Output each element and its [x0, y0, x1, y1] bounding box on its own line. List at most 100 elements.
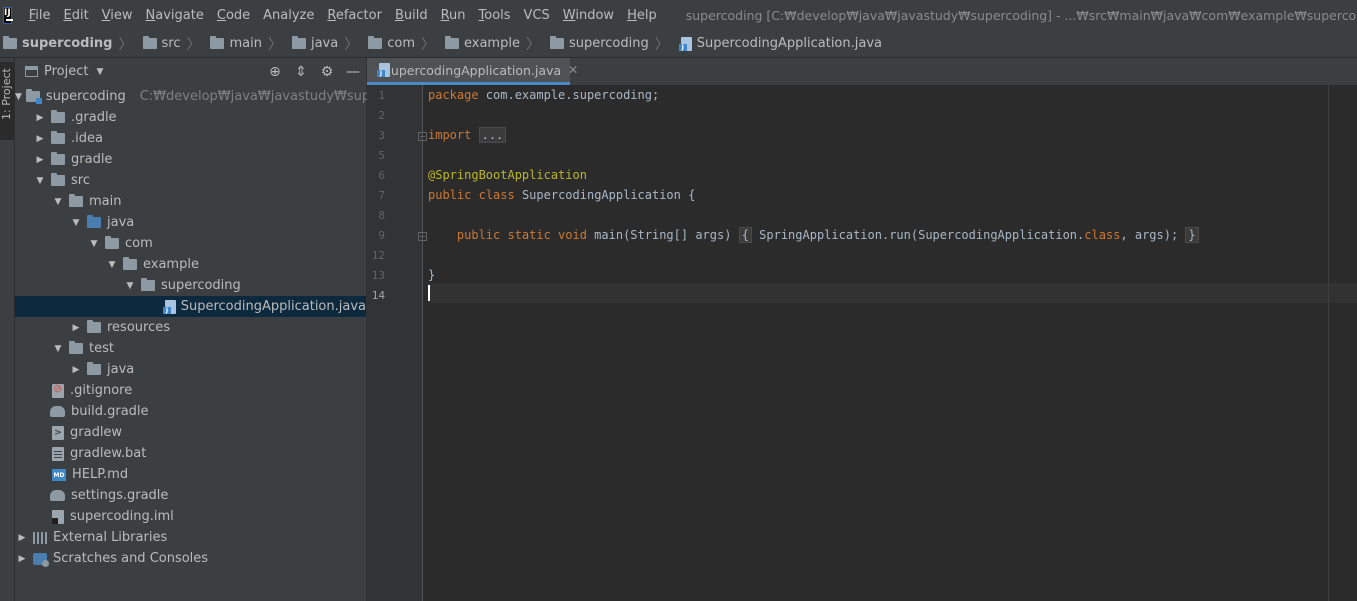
collapse-all-icon[interactable]: ⇕ — [288, 64, 314, 80]
tree-node-gradle-hidden[interactable]: ▶ .gradle — [15, 107, 366, 128]
breadcrumb-example[interactable]: example — [441, 36, 520, 51]
code-editor: J SupercodingApplication.java ✕ 1 2 3 5 … — [367, 58, 1357, 601]
tree-node-supercoding[interactable]: ▼ supercoding — [15, 275, 366, 296]
expanded-arrow-icon[interactable]: ▼ — [69, 218, 83, 228]
tree-node-app-file[interactable]: J SupercodingApplication.java — [15, 296, 366, 317]
tree-node-src[interactable]: ▼ src — [15, 170, 366, 191]
line-number: 6 — [378, 169, 385, 182]
breadcrumb-main[interactable]: main — [206, 36, 262, 51]
editor-tab-active[interactable]: J SupercodingApplication.java ✕ — [367, 58, 578, 85]
menu-analyze[interactable]: Analyze — [257, 8, 321, 23]
tree-node-java[interactable]: ▼ java — [15, 212, 366, 233]
menu-navigate[interactable]: Navigate — [140, 8, 211, 23]
folder-icon — [549, 36, 564, 49]
collapsed-arrow-icon[interactable]: ▶ — [33, 155, 47, 165]
tree-node-iml[interactable]: supercoding.iml — [15, 506, 366, 527]
editor-tab-bar: J SupercodingApplication.java ✕ — [367, 58, 1357, 85]
collapsed-arrow-icon[interactable]: ▶ — [33, 134, 47, 144]
tree-node-example[interactable]: ▼ example — [15, 254, 366, 275]
intellij-logo-icon: IJ — [3, 6, 13, 24]
collapsed-arrow-icon[interactable]: ▶ — [69, 365, 83, 375]
tree-node-root[interactable]: ▼ supercoding C:₩develop₩java₩javastudy₩… — [15, 86, 427, 107]
scratches-icon — [33, 552, 49, 567]
folded-import-placeholder[interactable]: ... — [478, 127, 507, 143]
expanded-arrow-icon[interactable]: ▼ — [105, 260, 119, 270]
tree-node-help-md[interactable]: MD HELP.md — [15, 464, 366, 485]
project-panel-title[interactable]: Project — [44, 64, 88, 79]
collapsed-arrow-icon[interactable]: ▶ — [15, 554, 29, 564]
code-line-13: } — [428, 268, 436, 282]
code-line-7: public class SupercodingApplication { — [428, 188, 696, 202]
view-dropdown-chevron-down-icon[interactable]: ▼ — [96, 67, 103, 77]
locate-file-icon[interactable]: ⊕ — [262, 64, 288, 80]
tree-node-gradlew-bat[interactable]: gradlew.bat — [15, 443, 366, 464]
menu-edit[interactable]: Edit — [57, 8, 95, 23]
expanded-arrow-icon[interactable]: ▼ — [51, 197, 65, 207]
menu-help[interactable]: Help — [621, 8, 664, 23]
expanded-arrow-icon[interactable]: ▼ — [123, 281, 137, 291]
text-caret — [428, 285, 430, 301]
tree-node-external-libraries[interactable]: ▶ External Libraries — [15, 527, 366, 548]
minimize-icon[interactable]: — — [340, 64, 366, 80]
expanded-arrow-icon[interactable]: ▼ — [87, 239, 101, 249]
tree-node-test-java[interactable]: ▶ java — [15, 359, 366, 380]
menu-run[interactable]: Run — [435, 8, 473, 23]
line-number: 2 — [378, 109, 385, 122]
menu-build[interactable]: Build — [389, 8, 435, 23]
folded-brace-open[interactable]: { — [738, 227, 752, 243]
line-number: 1 — [378, 89, 385, 102]
project-view-icon — [25, 66, 38, 77]
close-tab-icon[interactable]: ✕ — [568, 63, 578, 77]
breadcrumb-src[interactable]: src — [139, 36, 180, 51]
breadcrumb-project[interactable]: supercoding — [0, 36, 113, 51]
gear-icon[interactable]: ⚙ — [314, 64, 340, 80]
menu-view[interactable]: View — [96, 8, 140, 23]
collapsed-arrow-icon[interactable]: ▶ — [15, 533, 29, 543]
left-tool-strip: 1: Project — [0, 58, 15, 601]
breadcrumb-file[interactable]: J SupercodingApplication.java — [675, 36, 882, 51]
breadcrumb-com[interactable]: com — [364, 36, 415, 51]
line-number: 13 — [371, 269, 385, 282]
tree-node-gradle[interactable]: ▶ gradle — [15, 149, 366, 170]
line-number: 7 — [378, 189, 385, 202]
tree-node-gradlew[interactable]: > gradlew — [15, 422, 366, 443]
folder-icon — [210, 36, 225, 49]
tree-node-test[interactable]: ▼ test — [15, 338, 366, 359]
menu-refactor[interactable]: Refactor — [321, 8, 389, 23]
line-number-gutter[interactable]: 1 2 3 5 6 7 8 9 12 13 14 — [367, 85, 427, 601]
editor-tab-label: SupercodingApplication.java — [383, 62, 562, 78]
project-tool-tab[interactable]: 1: Project — [0, 62, 14, 140]
tree-node-main[interactable]: ▼ main — [15, 191, 366, 212]
tree-node-build-gradle[interactable]: build.gradle — [15, 401, 366, 422]
folder-icon — [51, 152, 65, 165]
folder-icon — [291, 36, 306, 49]
menu-tools[interactable]: Tools — [473, 8, 518, 23]
gitignore-file-icon — [52, 382, 64, 398]
expanded-arrow-icon[interactable]: ▼ — [51, 344, 65, 354]
fold-import-icon[interactable] — [418, 132, 427, 141]
menu-vcs[interactable]: VCS — [518, 8, 557, 23]
menu-code[interactable]: Code — [211, 8, 257, 23]
expanded-arrow-icon[interactable]: ▼ — [15, 92, 22, 102]
tree-node-idea[interactable]: ▶ .idea — [15, 128, 366, 149]
collapsed-arrow-icon[interactable]: ▶ — [33, 113, 47, 123]
tree-node-settings-gradle[interactable]: settings.gradle — [15, 485, 366, 506]
menu-file[interactable]: File — [23, 8, 58, 23]
expanded-arrow-icon[interactable]: ▼ — [33, 176, 47, 186]
tree-node-scratches[interactable]: ▶ Scratches and Consoles — [15, 548, 366, 569]
fold-method-icon[interactable] — [418, 232, 427, 241]
folder-icon — [368, 36, 383, 49]
breadcrumb-java[interactable]: java — [288, 36, 338, 51]
folder-icon — [51, 131, 65, 144]
tree-node-gitignore[interactable]: .gitignore — [15, 380, 366, 401]
breadcrumb-supercoding[interactable]: supercoding — [546, 36, 649, 51]
folded-brace-close[interactable]: } — [1185, 227, 1199, 243]
tree-node-com[interactable]: ▼ com — [15, 233, 366, 254]
collapsed-arrow-icon[interactable]: ▶ — [69, 323, 83, 333]
breadcrumb-separator-icon: 〉 — [420, 36, 435, 53]
test-source-folder-icon — [87, 362, 101, 375]
package-folder-icon — [105, 236, 119, 249]
code-area[interactable]: package com.example.supercoding; import … — [428, 85, 1357, 601]
menu-window[interactable]: Window — [557, 8, 621, 23]
tree-node-resources[interactable]: ▶ resources — [15, 317, 366, 338]
